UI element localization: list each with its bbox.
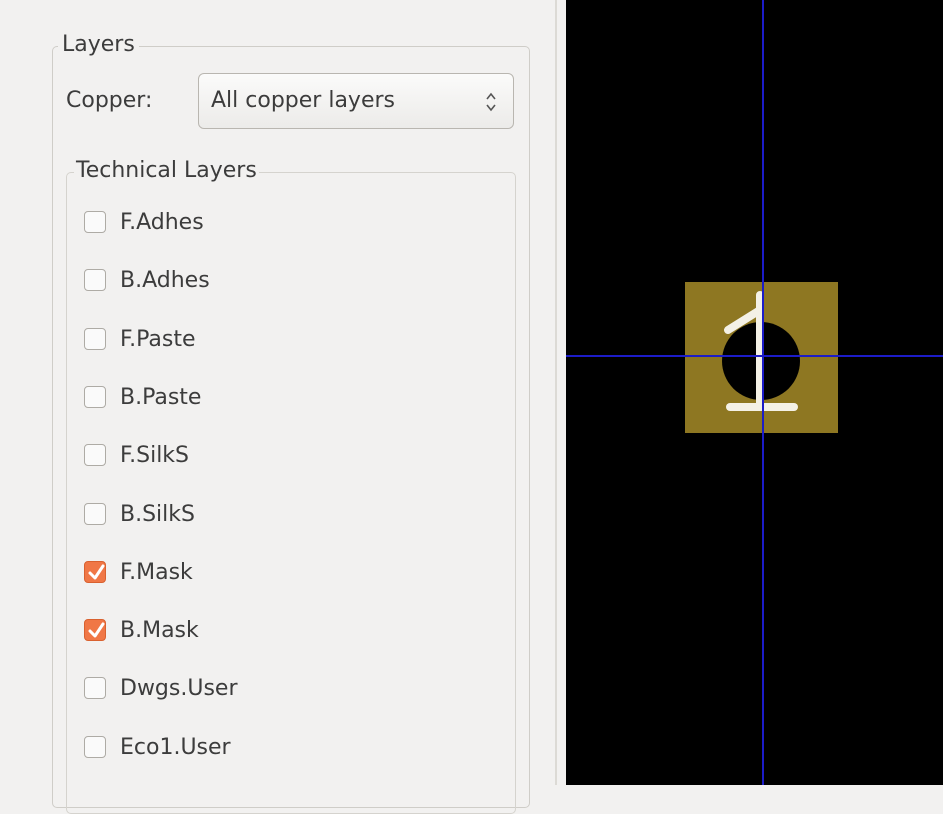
layer-checkbox[interactable] — [84, 269, 106, 291]
spin-arrows-icon — [486, 92, 496, 112]
layer-label: Dwgs.User — [120, 675, 238, 701]
crosshair-horizontal — [566, 355, 943, 357]
layer-item-b-silks[interactable]: B.SilkS — [84, 497, 384, 531]
layer-options-panel: Layers Copper: All copper layers Technic… — [0, 0, 555, 814]
layer-label: Eco1.User — [120, 734, 231, 760]
layer-label: F.Paste — [120, 326, 196, 352]
layer-item-f-paste[interactable]: F.Paste — [84, 322, 384, 356]
layer-checkbox[interactable] — [84, 736, 106, 758]
copper-layers-select[interactable]: All copper layers — [198, 73, 514, 129]
layer-label: B.Adhes — [120, 267, 210, 293]
layer-item-f-silks[interactable]: F.SilkS — [84, 438, 384, 472]
copper-label: Copper: — [66, 88, 153, 113]
layer-checkbox[interactable] — [84, 619, 106, 641]
pad-number-text: 1 — [720, 290, 721, 291]
technical-layers-title: Technical Layers — [74, 158, 259, 183]
layer-label: F.Adhes — [120, 209, 204, 235]
layer-checkbox[interactable] — [84, 328, 106, 350]
crosshair-vertical — [762, 0, 764, 785]
checkmark-icon — [88, 564, 105, 580]
layer-checkbox[interactable] — [84, 561, 106, 583]
layer-label: B.SilkS — [120, 501, 195, 527]
pane-splitter[interactable] — [557, 0, 566, 785]
layer-label: B.Mask — [120, 617, 199, 643]
layers-group-title: Layers — [58, 32, 139, 57]
layer-label: B.Paste — [120, 384, 202, 410]
layer-checkbox[interactable] — [84, 211, 106, 233]
layer-checkbox[interactable] — [84, 677, 106, 699]
layer-label: F.SilkS — [120, 442, 190, 468]
checkmark-icon — [88, 622, 105, 638]
layer-checkbox[interactable] — [84, 444, 106, 466]
layer-checkbox[interactable] — [84, 503, 106, 525]
layer-item-b-paste[interactable]: B.Paste — [84, 380, 384, 414]
layer-checkbox[interactable] — [84, 386, 106, 408]
layer-label: F.Mask — [120, 559, 193, 585]
layer-item-f-adhes[interactable]: F.Adhes — [84, 205, 384, 239]
layer-item-eco1-user[interactable]: Eco1.User — [84, 730, 384, 764]
copper-layers-select-value: All copper layers — [211, 88, 395, 113]
layer-item-b-adhes[interactable]: B.Adhes — [84, 263, 384, 297]
layer-item-f-mask[interactable]: F.Mask — [84, 555, 384, 589]
layer-item-b-mask[interactable]: B.Mask — [84, 613, 384, 647]
layer-item-dwgs-user[interactable]: Dwgs.User — [84, 671, 384, 705]
